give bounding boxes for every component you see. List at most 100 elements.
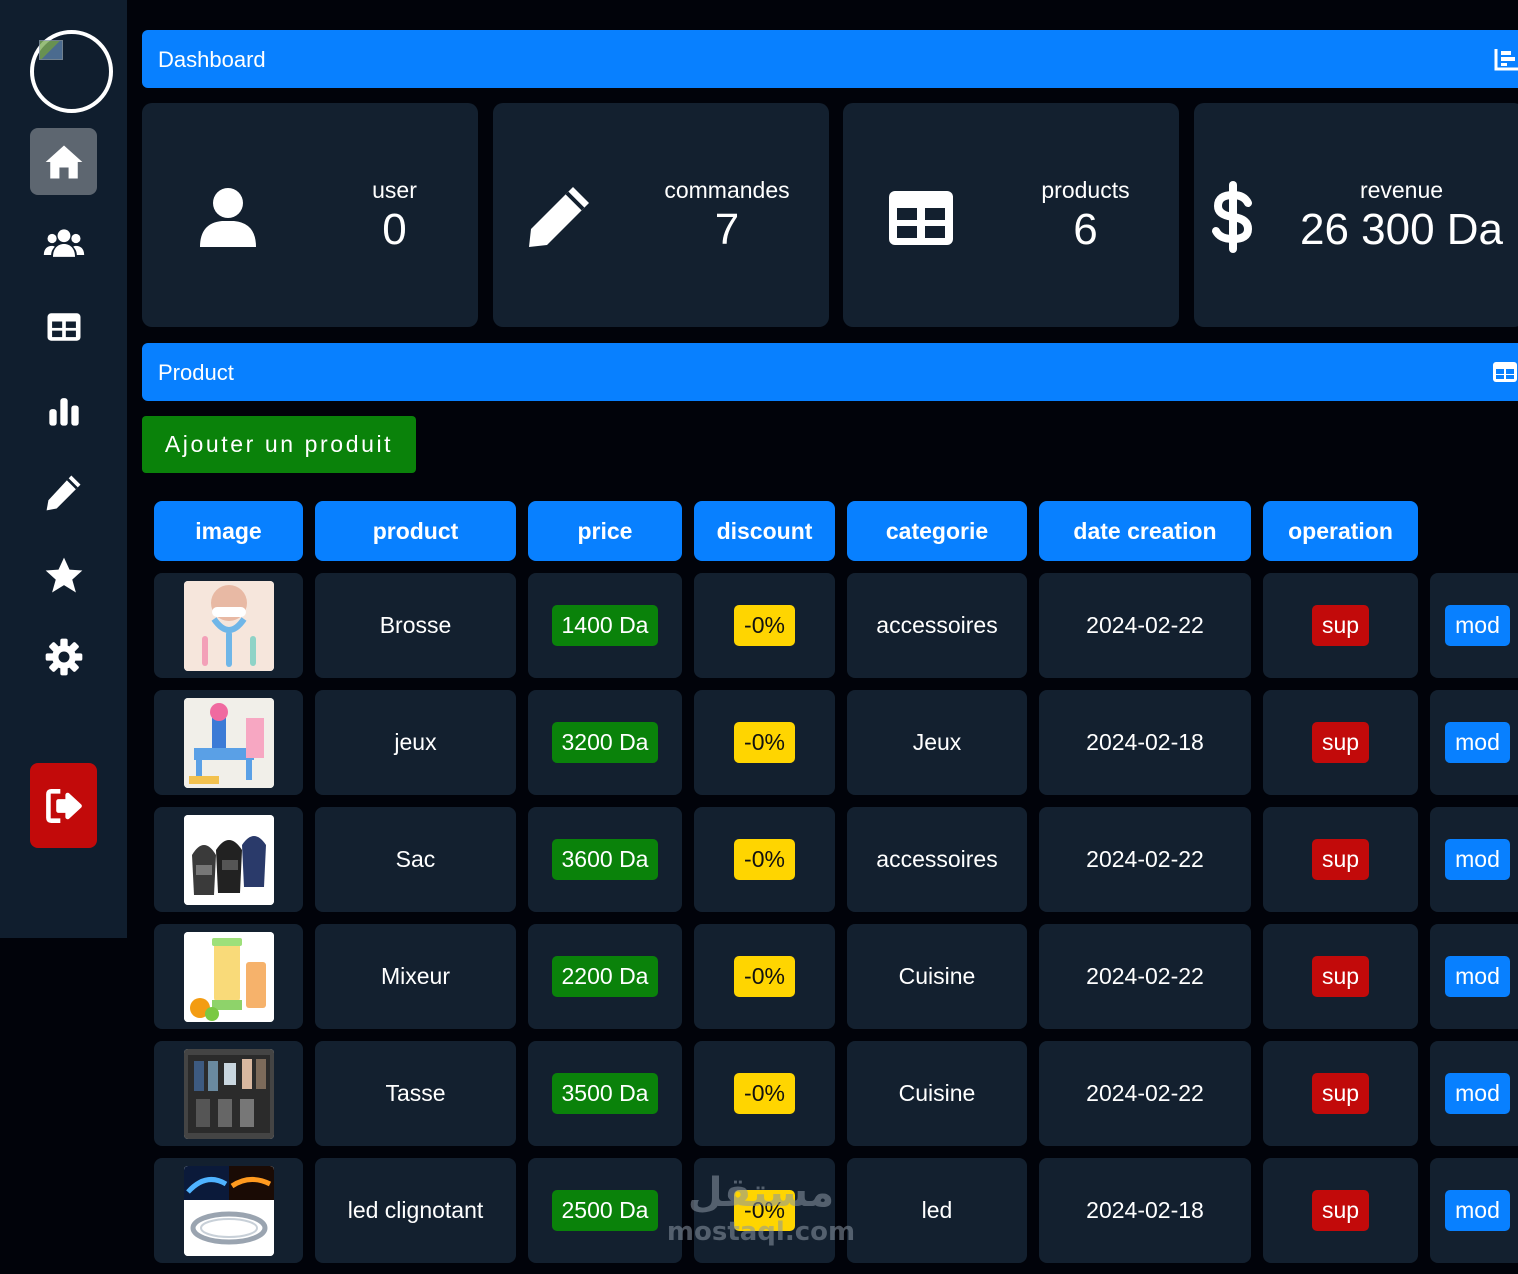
sidebar-item-edit[interactable]: [30, 458, 97, 525]
delete-button[interactable]: sup: [1311, 839, 1370, 880]
edit-button[interactable]: mod: [1445, 722, 1510, 763]
delete-button[interactable]: sup: [1311, 1073, 1370, 1114]
home-icon: [45, 145, 82, 178]
table-cell-product: Mixeur: [315, 924, 516, 1029]
table-cell-date: 2024-02-18: [1039, 690, 1251, 795]
discount-badge: -0%: [734, 1190, 795, 1231]
edit-button[interactable]: mod: [1445, 1190, 1510, 1231]
delete-button[interactable]: sup: [1311, 1190, 1370, 1231]
column-header-image[interactable]: image: [154, 501, 303, 561]
sidebar-item-users[interactable]: [30, 210, 97, 277]
delete-button[interactable]: sup: [1311, 956, 1370, 997]
stat-card-products: products 6: [843, 103, 1179, 327]
table-cell-image: [154, 573, 303, 678]
table-cell-price: 3500 Da: [528, 1041, 682, 1146]
table-cell-image: [154, 690, 303, 795]
table-cell-date: 2024-02-18: [1039, 1158, 1251, 1263]
discount-badge: -0%: [734, 839, 795, 880]
price-badge: 2500 Da: [551, 1190, 659, 1231]
dashboard-title: Dashboard: [158, 47, 266, 72]
table-cell-image: [154, 1041, 303, 1146]
edit-button[interactable]: mod: [1445, 839, 1510, 880]
price-badge: 3600 Da: [551, 839, 659, 880]
add-product-button[interactable]: Ajouter un produit: [142, 416, 416, 473]
table-cell-categorie: accessoires: [847, 807, 1027, 912]
pencil-icon: [529, 187, 589, 247]
edit-button[interactable]: mod: [1445, 1073, 1510, 1114]
sidebar-item-settings[interactable]: [30, 623, 97, 690]
sign-out-icon: [45, 788, 82, 823]
stat-card-user: user 0: [142, 103, 478, 327]
table-icon: [889, 191, 953, 245]
table-cell-sup: sup: [1263, 1158, 1418, 1263]
column-header-price[interactable]: price: [528, 501, 682, 561]
table-cell-date: 2024-02-22: [1039, 1041, 1251, 1146]
stat-value: 26 300 Da: [1299, 205, 1504, 254]
table-cell-sup: sup: [1263, 924, 1418, 1029]
table-cell-product: led clignotant: [315, 1158, 516, 1263]
logout-button[interactable]: [30, 763, 97, 848]
table-cell-sup: sup: [1263, 690, 1418, 795]
table-cell-discount: -0%: [694, 1041, 835, 1146]
broken-image-icon: [39, 40, 63, 60]
table-cell-mod: mod: [1430, 924, 1518, 1029]
sidebar: [0, 0, 127, 938]
table-cell-product: Sac: [315, 807, 516, 912]
column-header-operation[interactable]: operation: [1263, 501, 1418, 561]
chart-area-icon: [1494, 49, 1518, 71]
table-cell-date: 2024-02-22: [1039, 924, 1251, 1029]
sidebar-item-home[interactable]: [30, 128, 97, 195]
table-cell-date: 2024-02-22: [1039, 573, 1251, 678]
table-cell-sup: sup: [1263, 1041, 1418, 1146]
price-badge: 2200 Da: [551, 956, 659, 997]
stat-label: user: [372, 177, 417, 203]
toy-table-image: [183, 697, 274, 788]
blender-image: [183, 931, 274, 1022]
table-cell-categorie: Cuisine: [847, 924, 1027, 1029]
stat-value: 6: [1073, 205, 1098, 254]
stat-value: 0: [382, 205, 407, 254]
table-cell-categorie: accessoires: [847, 573, 1027, 678]
table-cell-sup: sup: [1263, 573, 1418, 678]
edit-button[interactable]: mod: [1445, 605, 1510, 646]
table-cell-price: 3600 Da: [528, 807, 682, 912]
table-cell-date: 2024-02-22: [1039, 807, 1251, 912]
table-cell-product: Brosse: [315, 573, 516, 678]
column-header-discount[interactable]: discount: [694, 501, 835, 561]
table-cell-discount: -0%: [694, 573, 835, 678]
table-cell-mod: mod: [1430, 807, 1518, 912]
sidebar-item-table[interactable]: [30, 293, 97, 360]
price-badge: 3500 Da: [551, 1073, 659, 1114]
delete-button[interactable]: sup: [1311, 722, 1370, 763]
table-cell-mod: mod: [1430, 1158, 1518, 1263]
stat-label: commandes: [664, 177, 790, 203]
edit-button[interactable]: mod: [1445, 956, 1510, 997]
table-cell-price: 1400 Da: [528, 573, 682, 678]
discount-badge: -0%: [734, 1073, 795, 1114]
table-cell-discount: -0%: [694, 924, 835, 1029]
table-icon: [1493, 362, 1517, 382]
product-header: Product: [142, 343, 1518, 401]
column-header-categorie[interactable]: categorie: [847, 501, 1027, 561]
discount-badge: -0%: [734, 722, 795, 763]
avatar[interactable]: [30, 30, 113, 113]
column-header-date-creation[interactable]: date creation: [1039, 501, 1251, 561]
dollar-icon: [1212, 181, 1253, 253]
user-icon: [200, 188, 256, 247]
delete-button[interactable]: sup: [1311, 605, 1370, 646]
pencil-icon: [46, 475, 80, 510]
led-strip-image: [183, 1165, 274, 1256]
dashboard-header: Dashboard: [142, 30, 1518, 88]
sidebar-item-chart[interactable]: [30, 377, 97, 444]
users-icon: [43, 228, 84, 257]
table-cell-image: [154, 807, 303, 912]
column-header-product[interactable]: product: [315, 501, 516, 561]
table-cell-discount: -0%: [694, 690, 835, 795]
table-cell-image: [154, 924, 303, 1029]
price-badge: 3200 Da: [551, 722, 659, 763]
sidebar-item-favorites[interactable]: [30, 542, 97, 609]
product-title: Product: [158, 360, 234, 385]
stat-card-revenue: revenue 26 300 Da: [1194, 103, 1518, 327]
table-cell-price: 2500 Da: [528, 1158, 682, 1263]
table-cell-discount: -0%: [694, 807, 835, 912]
